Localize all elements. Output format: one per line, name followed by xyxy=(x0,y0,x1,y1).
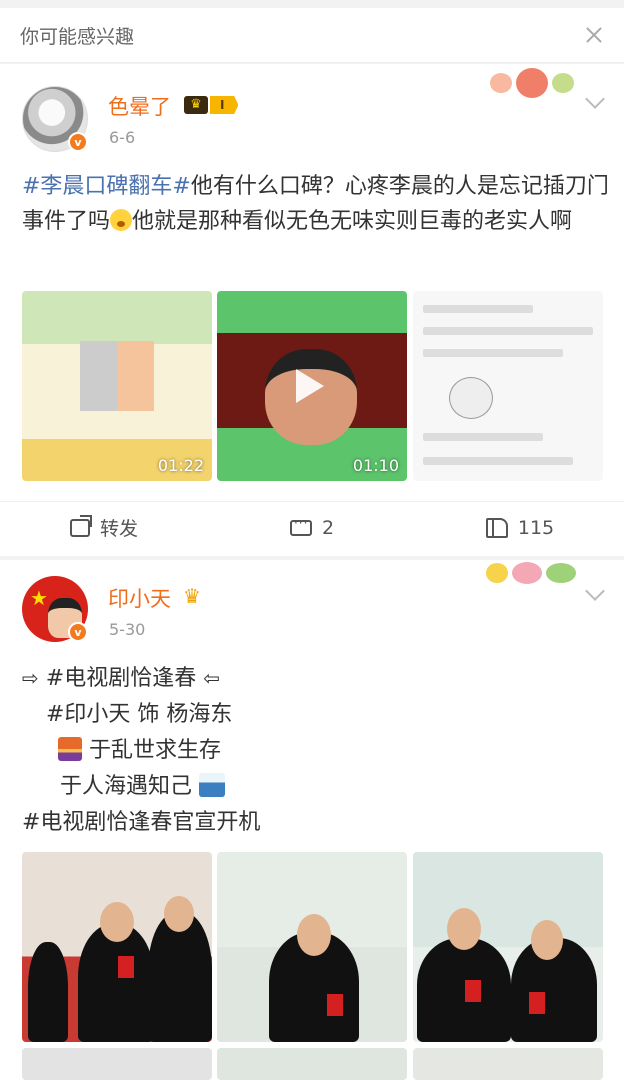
sparkle-icon xyxy=(512,562,542,584)
text-line-content: 于乱世求生存 xyxy=(89,738,222,763)
red-card xyxy=(118,956,134,978)
like-count: 115 xyxy=(517,516,555,539)
person-head xyxy=(164,896,194,932)
comment-button[interactable]: 2 xyxy=(208,516,416,539)
text-line: 于乱世求生存 xyxy=(22,733,612,769)
verified-icon: v xyxy=(68,132,88,152)
person-figure xyxy=(417,938,511,1042)
sunrise-emoji-icon xyxy=(58,737,82,761)
sticker-decoration xyxy=(490,68,574,98)
image-thumbnail[interactable] xyxy=(22,852,212,1042)
crown-icon: ♛ xyxy=(184,96,208,114)
chevron-down-icon[interactable] xyxy=(585,581,605,601)
peach-icon xyxy=(490,73,512,93)
comment-count: 2 xyxy=(321,516,335,539)
text-line: 于人海遇知己 xyxy=(22,769,612,805)
image-thumbnail[interactable] xyxy=(217,852,407,1042)
sticker-decoration xyxy=(486,562,576,584)
username[interactable]: 色晕了 xyxy=(108,91,171,121)
person-head xyxy=(100,902,134,942)
surprised-emoji-icon xyxy=(110,209,133,231)
post-date: 6-6 xyxy=(109,128,136,147)
crown-icon: ♛ xyxy=(183,584,201,608)
video-duration: 01:22 xyxy=(157,456,204,475)
text-line-content: 于人海遇知己 xyxy=(60,774,193,799)
comment-icon xyxy=(289,516,312,536)
comment-sticker xyxy=(449,377,493,419)
comment-line xyxy=(423,457,573,465)
arrow-left-icon: ⇦ xyxy=(203,666,220,690)
hashtag-link[interactable]: #李晨口碑翻车# xyxy=(22,174,191,199)
person-figure xyxy=(28,942,68,1042)
person-head xyxy=(531,920,563,960)
chevron-down-icon[interactable] xyxy=(585,89,605,109)
red-card xyxy=(327,994,343,1016)
person-head xyxy=(447,908,481,950)
image-thumbnail[interactable] xyxy=(413,291,603,481)
video-thumbnail[interactable]: 01:22 xyxy=(22,291,212,481)
comment-line xyxy=(423,327,593,335)
post-text: ⇨ #电视剧恰逢春 ⇦ #印小天 饰 杨海东 于乱世求生存 于人海遇知己 #电视… xyxy=(22,660,612,841)
image-thumbnail[interactable] xyxy=(413,852,603,1042)
share-icon xyxy=(69,518,90,537)
username[interactable]: 印小天 xyxy=(108,583,171,613)
photo-collage xyxy=(80,341,154,411)
comment-line xyxy=(423,349,563,357)
post-card: v 色晕了 ♛ I 6-6 #李晨口碑翻车#他有什么口碑？心疼李晨的人是忘记插刀… xyxy=(0,64,624,556)
flower-icon xyxy=(486,563,508,583)
wave-emoji-icon xyxy=(199,773,226,797)
hashtag-link[interactable]: #电视剧恰逢春 xyxy=(46,666,196,691)
red-card xyxy=(529,992,545,1014)
share-button[interactable]: 转发 xyxy=(0,514,208,541)
image-thumbnail[interactable] xyxy=(22,1048,212,1080)
video-thumbnail[interactable]: 01:10 xyxy=(217,291,407,481)
leaf-icon xyxy=(546,563,576,583)
text-line: #印小天 饰 杨海东 xyxy=(22,697,612,733)
post-text-tail: 他就是那种看似无色无味实则巨毒的老实人啊 xyxy=(132,209,573,234)
text-line: ⇨ #电视剧恰逢春 ⇦ xyxy=(22,660,612,697)
thumbs-up-icon xyxy=(485,517,508,538)
star-icon: ★ xyxy=(30,586,48,610)
vip-level: I xyxy=(210,96,239,114)
play-icon[interactable] xyxy=(296,369,324,403)
person-head xyxy=(297,914,331,956)
hashtag-link[interactable]: #印小天 饰 杨海东 xyxy=(46,702,232,727)
like-button[interactable]: 115 xyxy=(416,517,624,539)
post-date: 5-30 xyxy=(109,620,146,639)
flower-icon xyxy=(552,73,574,93)
text-line: #电视剧恰逢春官宣开机 xyxy=(22,805,612,841)
section-title: 你可能感兴趣 xyxy=(20,25,135,48)
share-label: 转发 xyxy=(99,518,138,540)
hashtag-link[interactable]: #电视剧恰逢春官宣开机 xyxy=(22,810,260,835)
recommend-header: 你可能感兴趣 xyxy=(0,8,624,63)
comment-line xyxy=(423,433,543,441)
arrow-right-icon: ⇨ xyxy=(22,666,39,690)
post-text: #李晨口碑翻车#他有什么口碑？心疼李晨的人是忘记插刀门事件了吗 他就是那种看似无色… xyxy=(22,169,612,239)
comment-line xyxy=(423,305,533,313)
close-icon[interactable] xyxy=(584,25,604,45)
vip-badge[interactable]: ♛ I xyxy=(184,94,239,116)
action-bar: 转发 2 115 xyxy=(0,501,624,553)
red-card xyxy=(465,980,481,1002)
post-card: ★ v 印小天 ♛ 5-30 ⇨ #电视剧恰逢春 ⇦ #印小天 饰 杨海东 于乱… xyxy=(0,560,624,1080)
video-duration: 01:10 xyxy=(352,456,399,475)
image-thumbnail[interactable] xyxy=(217,1048,407,1080)
image-thumbnail[interactable] xyxy=(413,1048,603,1080)
bunny-icon xyxy=(516,68,548,98)
verified-icon: v xyxy=(68,622,88,642)
